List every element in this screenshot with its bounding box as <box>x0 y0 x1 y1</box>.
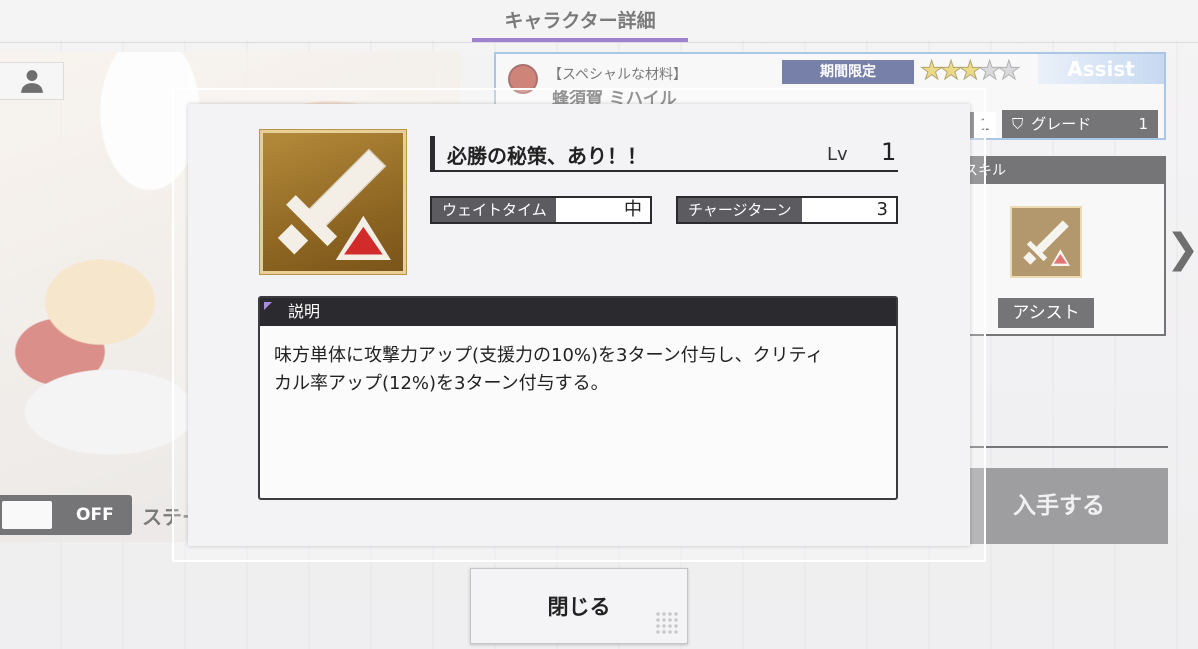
wait-time-label: ウェイトタイム <box>432 198 556 222</box>
skill-level-value: 1 <box>881 138 897 166</box>
charge-turn-stat: チャージターン 3 <box>676 196 898 224</box>
description-box: 説明 味方単体に攻撃力アップ(支援力の10%)を3ターン付与し、クリティ カル率… <box>258 296 898 500</box>
close-button[interactable]: 閉じる <box>470 568 688 644</box>
skill-name: 必勝の秘策、あり！！ <box>447 144 647 168</box>
skill-name-bar: 必勝の秘策、あり！！ Lv 1 <box>430 136 898 172</box>
description-text: 味方単体に攻撃力アップ(支援力の10%)を3ターン付与し、クリティ カル率アップ… <box>260 326 896 414</box>
charge-turn-label: チャージターン <box>678 198 802 222</box>
wait-time-stat: ウェイトタイム 中 <box>430 196 652 224</box>
wait-time-value: 中 <box>624 199 642 220</box>
description-title: 説明 <box>288 302 321 321</box>
charge-turn-value: 3 <box>876 199 888 220</box>
description-line: カル率アップ(12%)を3ターン付与する。 <box>274 373 609 394</box>
description-header: 説明 <box>260 298 896 326</box>
sword-icon <box>277 148 391 260</box>
description-line: 味方単体に攻撃力アップ(支援力の10%)を3ターン付与し、クリティ <box>274 345 824 366</box>
corner-marker-icon <box>264 302 272 310</box>
skill-icon <box>260 130 406 274</box>
skill-level-label: Lv <box>827 144 848 165</box>
